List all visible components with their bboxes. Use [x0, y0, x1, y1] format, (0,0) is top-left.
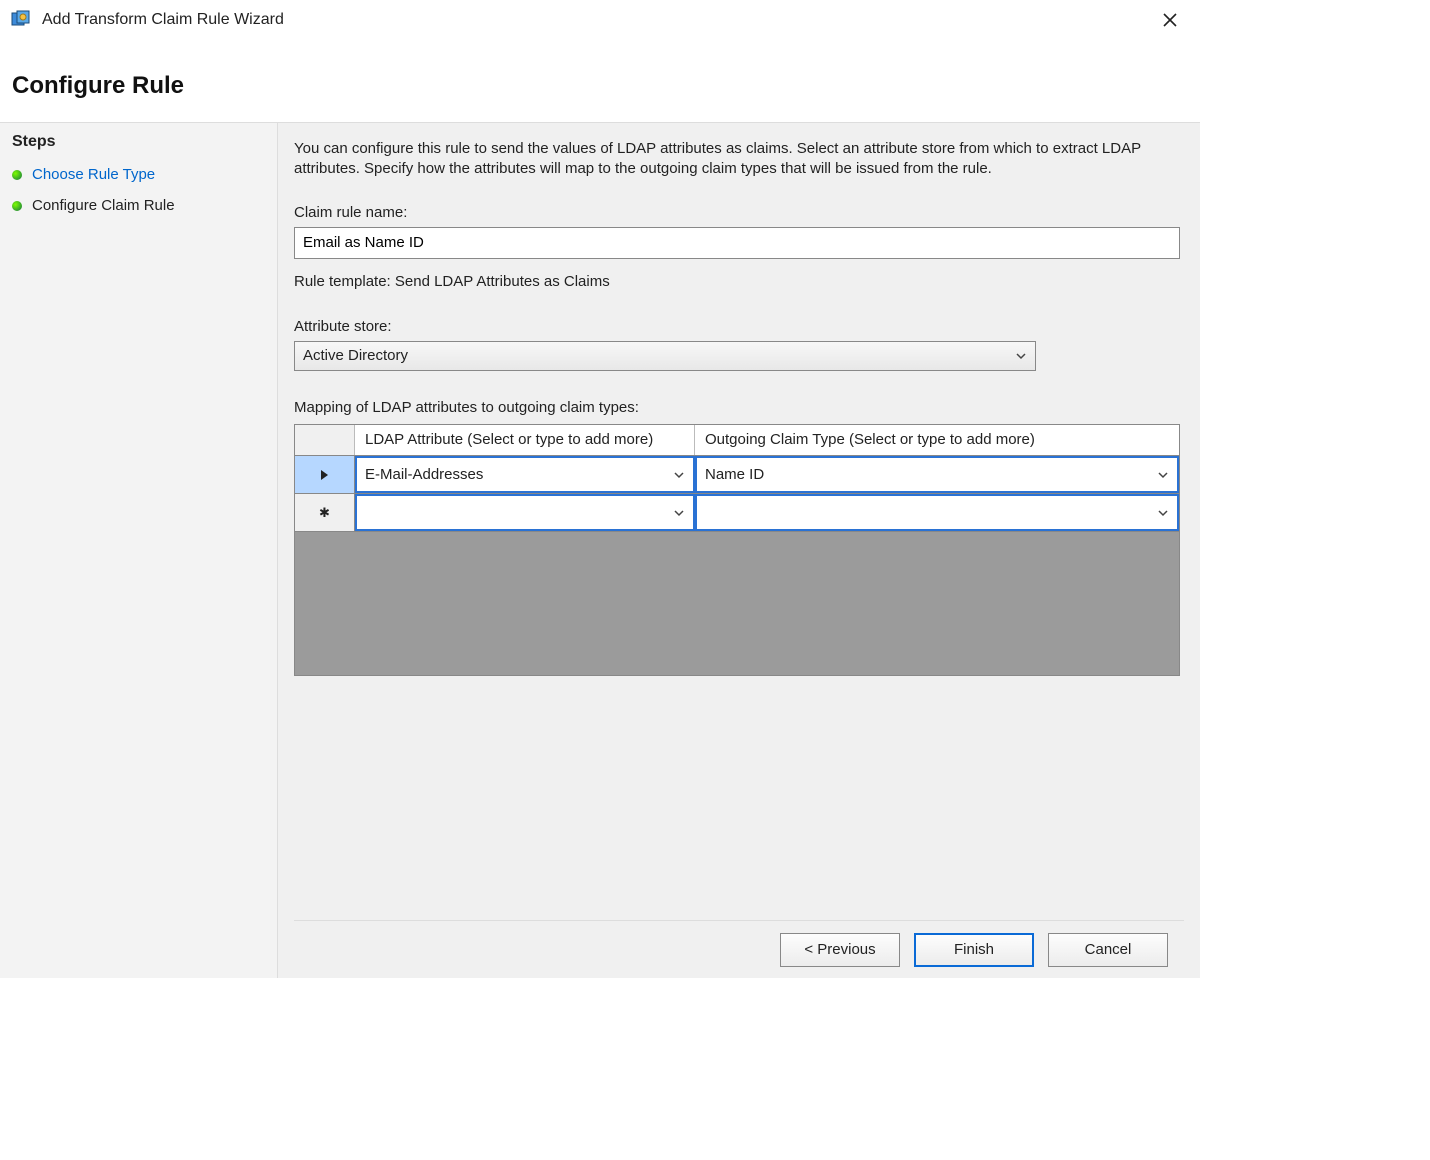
grid-corner-cell	[295, 425, 355, 456]
row-selector[interactable]	[295, 456, 355, 493]
chevron-down-icon	[1157, 469, 1169, 481]
grid-row: ✱	[295, 494, 1179, 532]
title-bar: Add Transform Claim Rule Wizard	[0, 0, 1200, 40]
content-panel: You can configure this rule to send the …	[278, 123, 1200, 978]
chevron-down-icon	[673, 507, 685, 519]
app-icon	[10, 9, 32, 31]
step-bullet-icon	[12, 170, 22, 180]
grid-row: E-Mail-Addresses Name ID	[295, 456, 1179, 494]
attribute-store-value: Active Directory	[303, 347, 408, 364]
mapping-label: Mapping of LDAP attributes to outgoing c…	[294, 399, 1184, 416]
ldap-attribute-value: E-Mail-Addresses	[365, 466, 483, 483]
steps-heading: Steps	[0, 123, 277, 159]
outgoing-claim-cell[interactable]	[695, 494, 1179, 531]
claim-rule-name-label: Claim rule name:	[294, 204, 1184, 221]
window-title: Add Transform Claim Rule Wizard	[42, 11, 284, 29]
mapping-grid: LDAP Attribute (Select or type to add mo…	[294, 424, 1180, 676]
page-title: Configure Rule	[0, 40, 1200, 122]
ldap-attribute-cell[interactable]	[355, 494, 695, 531]
step-bullet-icon	[12, 201, 22, 211]
column-header-ldap[interactable]: LDAP Attribute (Select or type to add mo…	[355, 425, 695, 456]
outgoing-claim-cell[interactable]: Name ID	[695, 456, 1179, 493]
finish-button[interactable]: Finish	[914, 933, 1034, 967]
claim-rule-name-input[interactable]	[294, 227, 1180, 259]
outgoing-claim-value: Name ID	[705, 466, 764, 483]
grid-header-row: LDAP Attribute (Select or type to add mo…	[295, 425, 1179, 457]
step-configure-claim-rule[interactable]: Configure Claim Rule	[0, 190, 277, 221]
instruction-text: You can configure this rule to send the …	[294, 139, 1174, 180]
rule-template-text: Rule template: Send LDAP Attributes as C…	[294, 273, 1184, 290]
previous-button[interactable]: < Previous	[780, 933, 900, 967]
row-selector[interactable]: ✱	[295, 494, 355, 531]
step-label: Configure Claim Rule	[32, 197, 175, 214]
step-choose-rule-type[interactable]: Choose Rule Type	[0, 159, 277, 190]
chevron-down-icon	[1015, 350, 1027, 362]
new-row-icon: ✱	[319, 505, 330, 521]
step-label: Choose Rule Type	[32, 166, 155, 183]
chevron-down-icon	[673, 469, 685, 481]
chevron-down-icon	[1157, 507, 1169, 519]
ldap-attribute-cell[interactable]: E-Mail-Addresses	[355, 456, 695, 493]
wizard-footer: < Previous Finish Cancel	[294, 920, 1184, 978]
steps-sidebar: Steps Choose Rule Type Configure Claim R…	[0, 123, 278, 978]
cancel-button[interactable]: Cancel	[1048, 933, 1168, 967]
close-icon[interactable]	[1150, 5, 1190, 35]
current-row-icon	[320, 469, 330, 481]
column-header-claim[interactable]: Outgoing Claim Type (Select or type to a…	[695, 425, 1179, 456]
attribute-store-select[interactable]: Active Directory	[294, 341, 1036, 371]
attribute-store-label: Attribute store:	[294, 318, 1184, 335]
